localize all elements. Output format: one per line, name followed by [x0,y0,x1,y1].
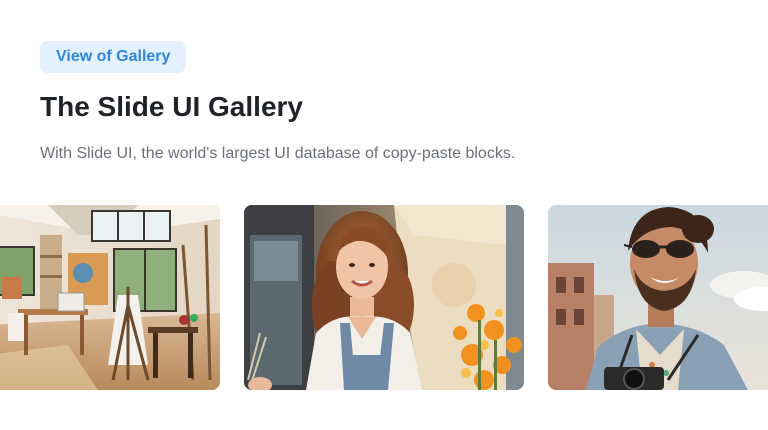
gallery-image-painter[interactable] [244,205,524,390]
gallery-image-studio[interactable] [0,205,220,390]
page-subtitle: With Slide UI, the world's largest UI da… [40,145,516,162]
studio-image [0,205,220,390]
painter-image [244,205,524,390]
gallery-section: View of Gallery The Slide UI Gallery Wit… [0,0,768,430]
gallery-image-photographer[interactable] [548,205,768,390]
page-title: The Slide UI Gallery [40,91,303,122]
image-gallery [0,205,768,390]
photographer-image [548,205,768,390]
view-of-gallery-badge[interactable]: View of Gallery [40,41,187,73]
